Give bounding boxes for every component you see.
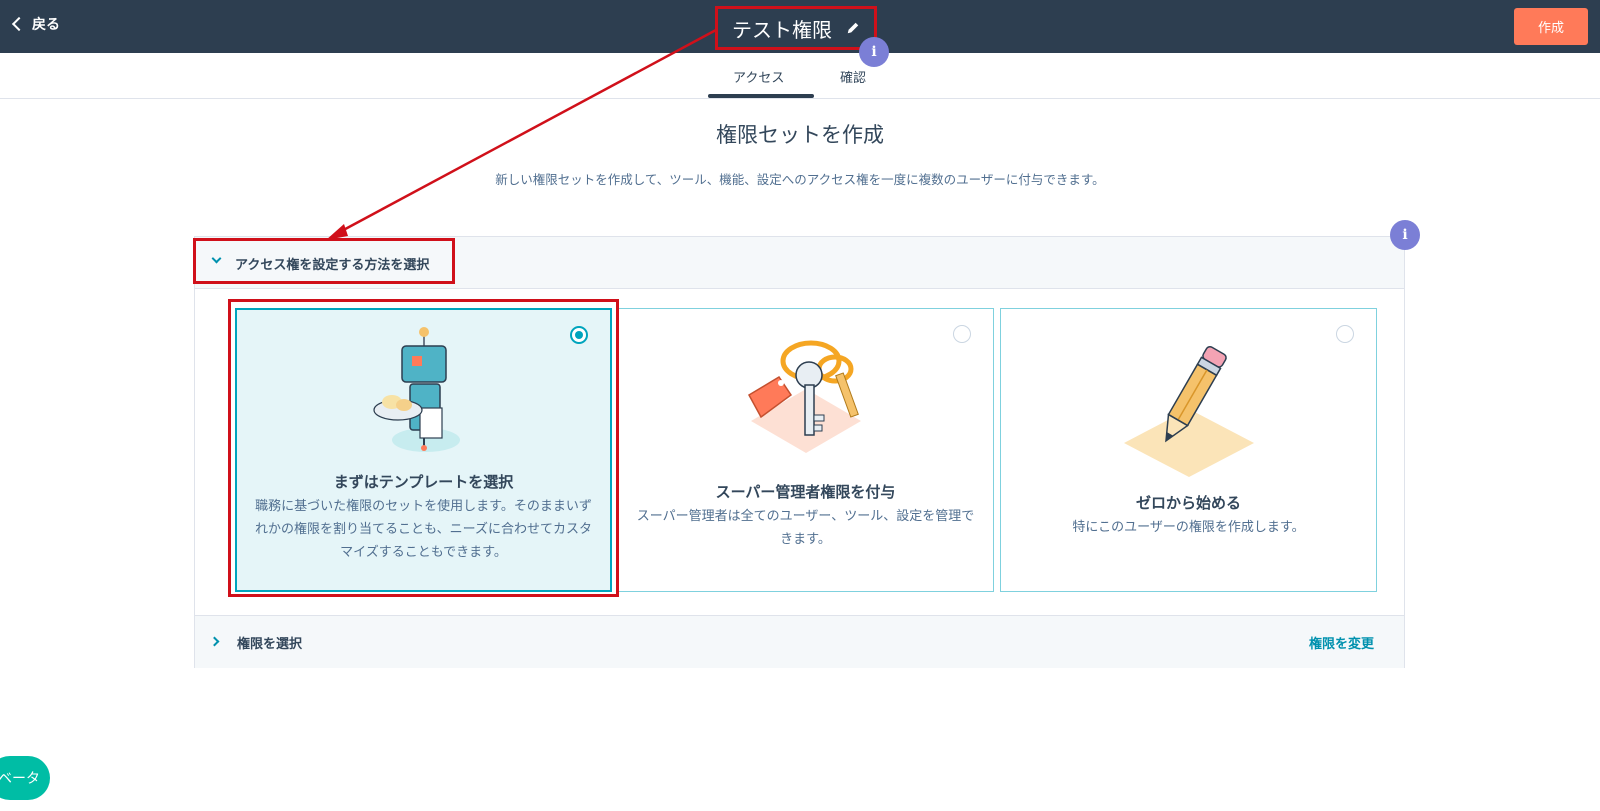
- option-title: ゼロから始める: [1135, 494, 1241, 512]
- create-button[interactable]: 作成: [1514, 8, 1588, 45]
- radio-unselected[interactable]: [953, 325, 971, 343]
- option-description: スーパー管理者は全てのユーザー、ツール、設定を管理できます。: [636, 509, 975, 547]
- page-heading: 権限セットを作成: [716, 123, 884, 147]
- chevron-right-icon: [209, 636, 220, 647]
- tab-access[interactable]: アクセス: [733, 67, 784, 86]
- page-title: テスト権限: [732, 17, 832, 42]
- page-subheading: 新しい権限セットを作成して、ツール、機能、設定へのアクセス権を一度に複数のユーザ…: [495, 172, 1105, 187]
- active-tab-indicator: [708, 94, 814, 98]
- option-card-from-scratch[interactable]: ゼロから始める 特にこのユーザーの権限を作成します。: [1000, 308, 1377, 592]
- option-card-super-admin[interactable]: スーパー管理者権限を付与 スーパー管理者は全てのユーザー、ツール、設定を管理でき…: [617, 308, 994, 592]
- radio-unselected[interactable]: [1336, 325, 1354, 343]
- back-label: 戻る: [32, 17, 60, 33]
- section-header[interactable]: アクセス権を設定する方法を選択: [193, 237, 1404, 289]
- annotation-highlight-box: [193, 238, 455, 284]
- tab-bar: アクセス 確認: [0, 53, 1600, 99]
- option-title: スーパー管理者権限を付与: [715, 483, 896, 501]
- change-permissions-link[interactable]: 権限を変更: [1309, 633, 1374, 652]
- back-button[interactable]: 戻る: [11, 14, 60, 34]
- option-description: 特にこのユーザーの権限を作成します。: [1072, 520, 1305, 535]
- select-permissions-label: 権限を選択: [237, 637, 303, 652]
- top-bar: 戻る テスト権限 作成: [0, 0, 1600, 53]
- annotation-highlight-box: [228, 299, 619, 597]
- page-title-container[interactable]: テスト権限: [715, 6, 877, 50]
- beta-button[interactable]: ベータ: [0, 756, 50, 800]
- pencil-icon: [1123, 345, 1254, 477]
- select-permissions-row[interactable]: 権限を選択 権限を変更: [195, 615, 1404, 668]
- edit-pencil-icon[interactable]: [846, 21, 860, 35]
- chevron-left-icon: [11, 16, 27, 32]
- tab-review[interactable]: 確認: [840, 67, 866, 86]
- keys-icon: [747, 340, 861, 453]
- info-badge-section[interactable]: i: [1390, 220, 1420, 250]
